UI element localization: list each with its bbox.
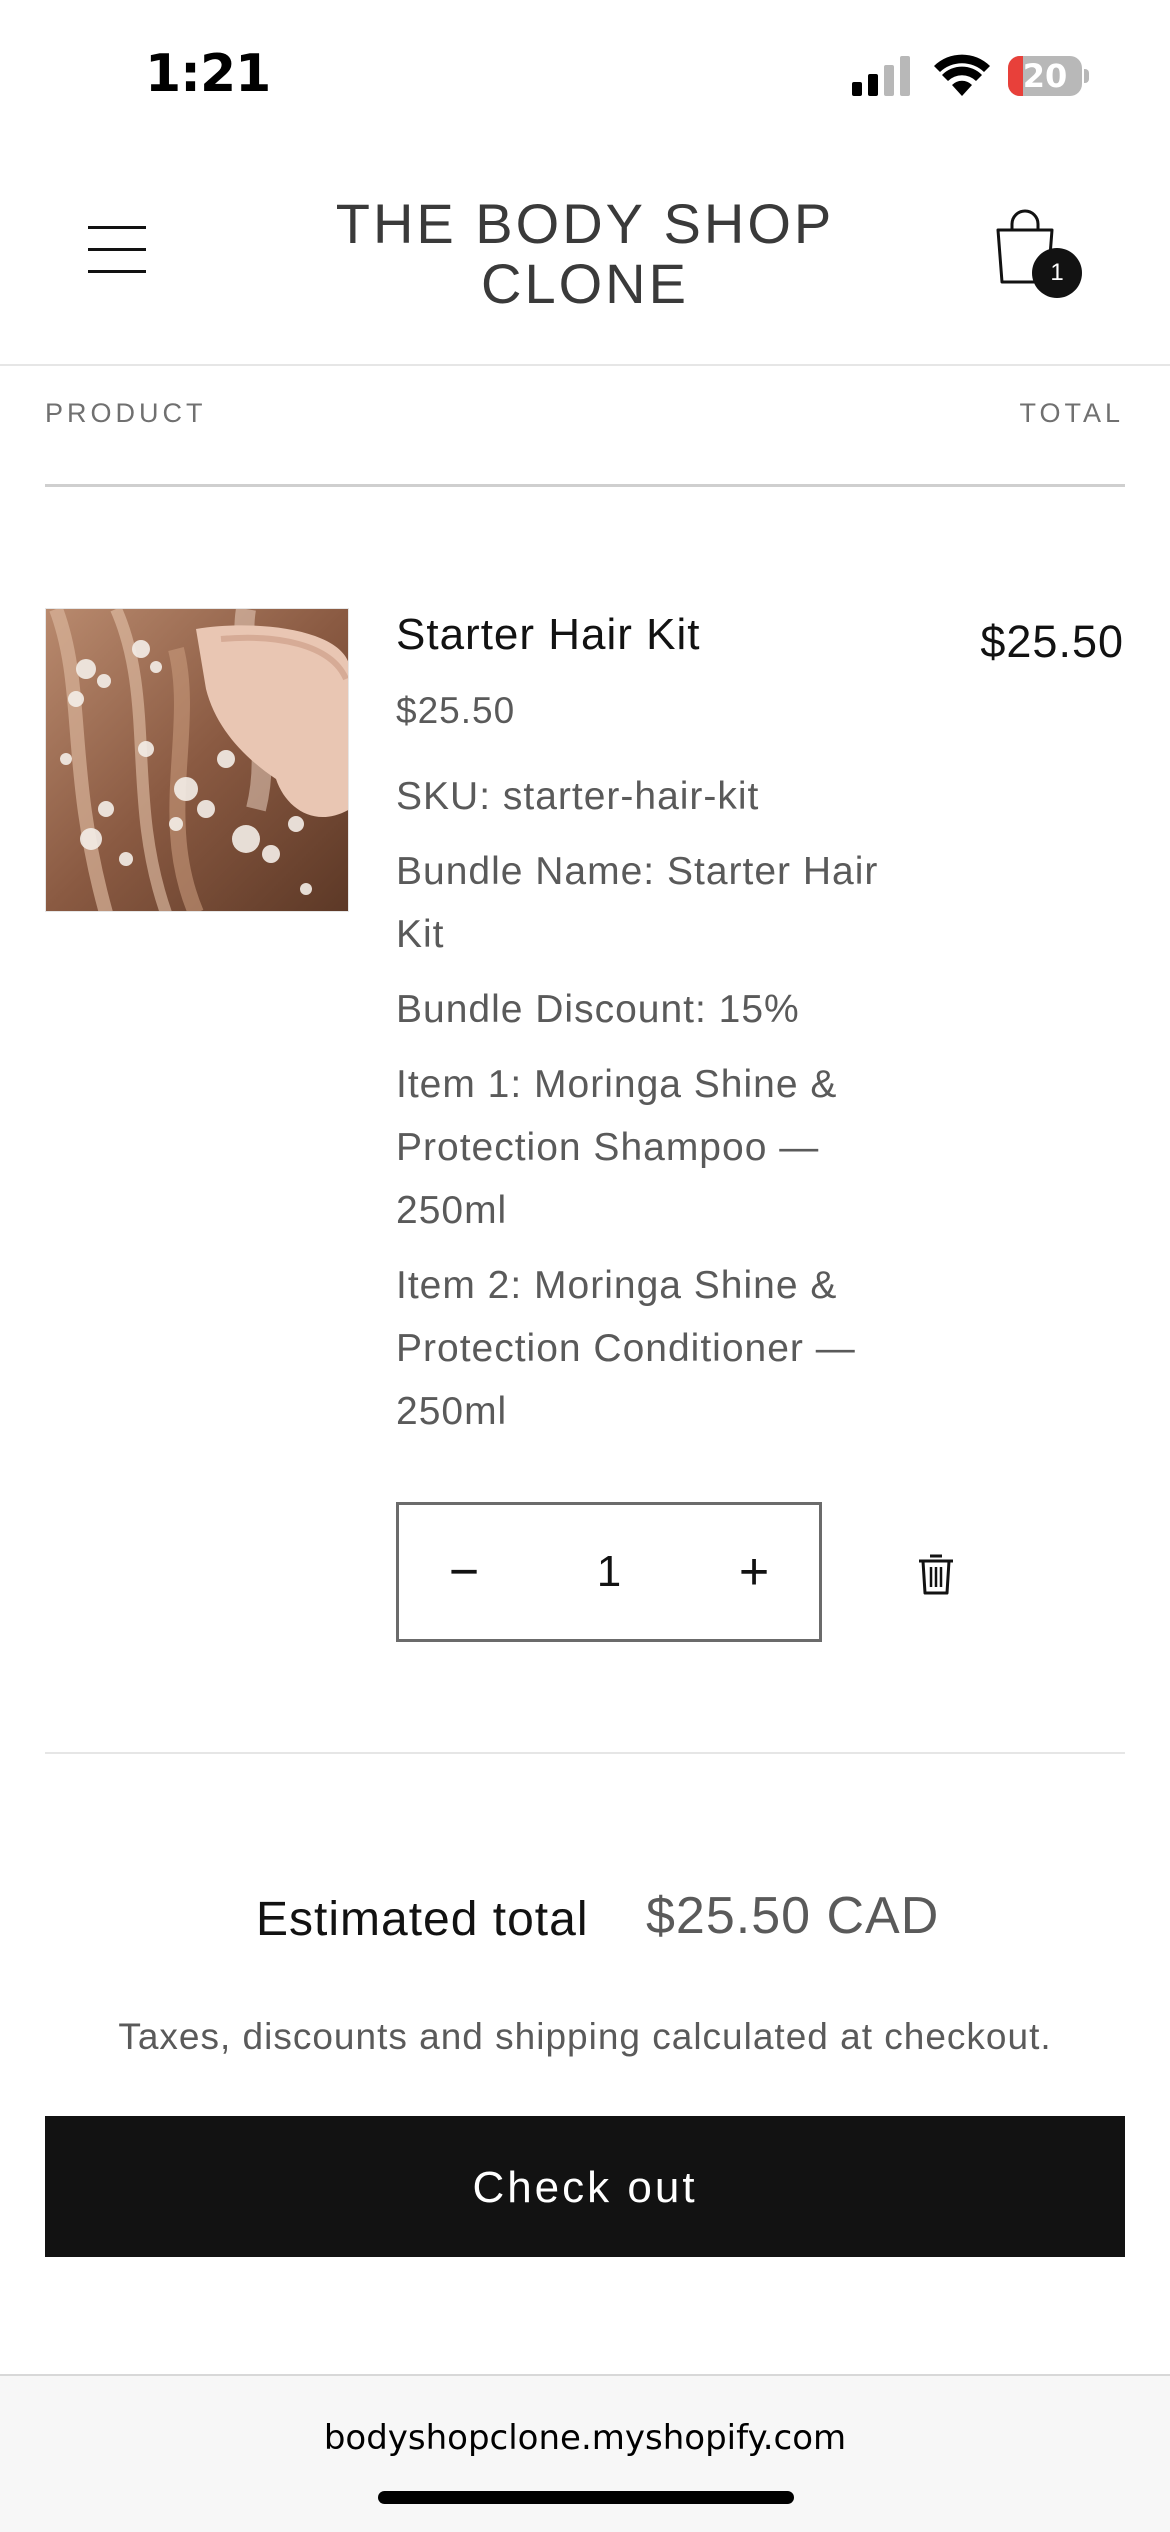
estimated-total-value: $25.50 CAD: [646, 1887, 940, 1945]
status-bar: 1:21 20: [0, 0, 1170, 150]
property-item-1: Item 1: Moringa Shine & Protection Shamp…: [396, 1063, 838, 1232]
total-column-header: TOTAL: [1019, 398, 1124, 428]
browser-address-bar: bodyshopclone.myshopify.com: [0, 2374, 1170, 2532]
divider: [45, 484, 1125, 487]
estimated-total-label: Estimated total: [256, 1893, 589, 1946]
battery-icon: 20: [1008, 56, 1089, 96]
product-image[interactable]: [45, 608, 349, 912]
decrease-quantity-button[interactable]: −: [409, 1505, 519, 1639]
cart-button[interactable]: 1: [990, 208, 1082, 308]
trash-icon: [919, 1554, 953, 1595]
battery-level: 20: [1022, 57, 1068, 95]
home-indicator[interactable]: [378, 2491, 794, 2504]
property-item-2: Item 2: Moringa Shine & Protection Condi…: [396, 1264, 856, 1433]
tax-note: Taxes, discounts and shipping calculated…: [118, 2016, 1052, 2057]
remove-item-button[interactable]: [908, 1544, 964, 1604]
site-header: THE BODY SHOP CLONE 1: [0, 150, 1170, 366]
store-title-line2: CLONE: [481, 252, 689, 315]
url-display[interactable]: bodyshopclone.myshopify.com: [0, 2418, 1170, 2458]
product-name-link[interactable]: Starter Hair Kit: [396, 610, 701, 660]
hamburger-menu-icon[interactable]: [88, 220, 148, 280]
quantity-stepper: − 1 +: [396, 1502, 822, 1642]
product-column-header: PRODUCT: [45, 398, 207, 428]
wifi-icon: [934, 54, 990, 96]
property-bundle-name: Bundle Name: Starter Hair Kit: [396, 850, 879, 956]
line-item-total: $25.50: [980, 616, 1124, 667]
product-properties: SKU: starter-hair-kit Bundle Name: Start…: [396, 765, 886, 1455]
signal-icon: [852, 56, 910, 96]
property-sku: SKU: starter-hair-kit: [396, 775, 760, 818]
quantity-input[interactable]: 1: [529, 1505, 689, 1639]
hair-washing-photo: [46, 609, 348, 911]
product-unit-price: $25.50: [396, 690, 516, 731]
store-title[interactable]: THE BODY SHOP CLONE: [300, 194, 870, 314]
property-bundle-discount: Bundle Discount: 15%: [396, 988, 800, 1031]
divider: [45, 1752, 1125, 1754]
status-time: 1:21: [145, 44, 271, 104]
cart-count-badge: 1: [1032, 248, 1082, 298]
store-title-line1: THE BODY SHOP: [335, 192, 835, 255]
checkout-button[interactable]: Check out: [45, 2116, 1125, 2257]
increase-quantity-button[interactable]: +: [699, 1505, 809, 1639]
